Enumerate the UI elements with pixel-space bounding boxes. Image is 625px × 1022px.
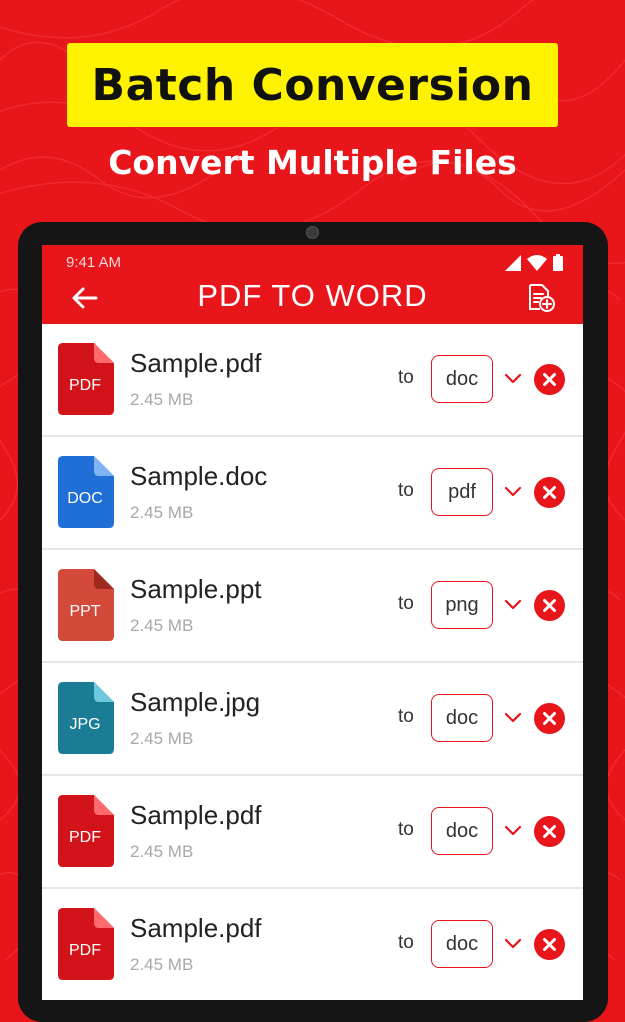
camera-icon bbox=[306, 226, 319, 239]
close-icon bbox=[543, 712, 556, 725]
to-label: to bbox=[398, 819, 414, 840]
file-size: 2.45 MB bbox=[130, 729, 194, 748]
file-size: 2.45 MB bbox=[130, 390, 194, 409]
battery-icon bbox=[553, 254, 563, 276]
svg-text:PDF: PDF bbox=[69, 829, 101, 846]
chevron-down-icon[interactable] bbox=[504, 710, 522, 724]
remove-file-button[interactable] bbox=[534, 703, 565, 734]
target-format-select[interactable]: png bbox=[431, 581, 493, 629]
close-icon bbox=[543, 373, 556, 386]
file-size: 2.45 MB bbox=[130, 955, 194, 974]
add-file-icon[interactable] bbox=[526, 283, 556, 313]
remove-file-button[interactable] bbox=[534, 816, 565, 847]
svg-text:DOC: DOC bbox=[67, 490, 103, 507]
file-size: 2.45 MB bbox=[130, 842, 194, 861]
remove-file-button[interactable] bbox=[534, 590, 565, 621]
pdf-file-icon: PDF bbox=[58, 908, 114, 980]
file-row[interactable]: PPT Sample.ppt 2.45 MB to png bbox=[42, 550, 583, 663]
close-icon bbox=[543, 486, 556, 499]
status-time: 9:41 AM bbox=[66, 254, 122, 271]
to-label: to bbox=[398, 932, 414, 953]
page-title: PDF TO WORD bbox=[197, 278, 428, 313]
target-format-select[interactable]: pdf bbox=[431, 468, 493, 516]
file-list: PDF Sample.pdf 2.45 MB to doc DOC Sample… bbox=[42, 324, 583, 1000]
chevron-down-icon[interactable] bbox=[504, 823, 522, 837]
close-icon bbox=[543, 599, 556, 612]
banner-title: Batch Conversion bbox=[67, 43, 558, 127]
to-label: to bbox=[398, 593, 414, 614]
pdf-file-icon: PDF bbox=[58, 795, 114, 867]
banner-subtitle: Convert Multiple Files bbox=[108, 143, 517, 182]
close-icon bbox=[543, 825, 556, 838]
file-name: Sample.jpg bbox=[130, 687, 261, 717]
doc-file-icon: DOC bbox=[58, 456, 114, 528]
file-row[interactable]: PDF Sample.pdf 2.45 MB to doc bbox=[42, 324, 583, 437]
svg-text:JPG: JPG bbox=[69, 716, 100, 733]
svg-text:PDF: PDF bbox=[69, 377, 101, 394]
file-name: Sample.pdf bbox=[130, 800, 262, 830]
status-icons bbox=[505, 254, 563, 276]
app-screen: 9:41 AM PDF TO WORD PDF Sample.pdf 2.45 … bbox=[42, 245, 583, 1000]
remove-file-button[interactable] bbox=[534, 477, 565, 508]
wifi-icon bbox=[527, 254, 547, 276]
remove-file-button[interactable] bbox=[534, 929, 565, 960]
signal-icon bbox=[505, 254, 521, 276]
chevron-down-icon[interactable] bbox=[504, 597, 522, 611]
ppt-file-icon: PPT bbox=[58, 569, 114, 641]
file-name: Sample.doc bbox=[130, 461, 268, 491]
app-bar: 9:41 AM PDF TO WORD bbox=[42, 245, 583, 324]
to-label: to bbox=[398, 706, 414, 727]
file-size: 2.45 MB bbox=[130, 616, 194, 635]
file-name: Sample.pdf bbox=[130, 348, 262, 378]
target-format-select[interactable]: doc bbox=[431, 355, 493, 403]
target-format-select[interactable]: doc bbox=[431, 807, 493, 855]
file-name: Sample.ppt bbox=[130, 574, 262, 604]
file-row[interactable]: PDF Sample.pdf 2.45 MB to doc bbox=[42, 889, 583, 1000]
chevron-down-icon[interactable] bbox=[504, 936, 522, 950]
chevron-down-icon[interactable] bbox=[504, 484, 522, 498]
file-size: 2.45 MB bbox=[130, 503, 194, 522]
to-label: to bbox=[398, 480, 414, 501]
jpg-file-icon: JPG bbox=[58, 682, 114, 754]
pdf-file-icon: PDF bbox=[58, 343, 114, 415]
target-format-select[interactable]: doc bbox=[431, 694, 493, 742]
svg-text:PPT: PPT bbox=[69, 603, 100, 620]
chevron-down-icon[interactable] bbox=[504, 371, 522, 385]
close-icon bbox=[543, 938, 556, 951]
file-row[interactable]: JPG Sample.jpg 2.45 MB to doc bbox=[42, 663, 583, 776]
file-row[interactable]: PDF Sample.pdf 2.45 MB to doc bbox=[42, 776, 583, 889]
file-row[interactable]: DOC Sample.doc 2.45 MB to pdf bbox=[42, 437, 583, 550]
to-label: to bbox=[398, 367, 414, 388]
target-format-select[interactable]: doc bbox=[431, 920, 493, 968]
svg-text:PDF: PDF bbox=[69, 942, 101, 959]
remove-file-button[interactable] bbox=[534, 364, 565, 395]
file-name: Sample.pdf bbox=[130, 913, 262, 943]
